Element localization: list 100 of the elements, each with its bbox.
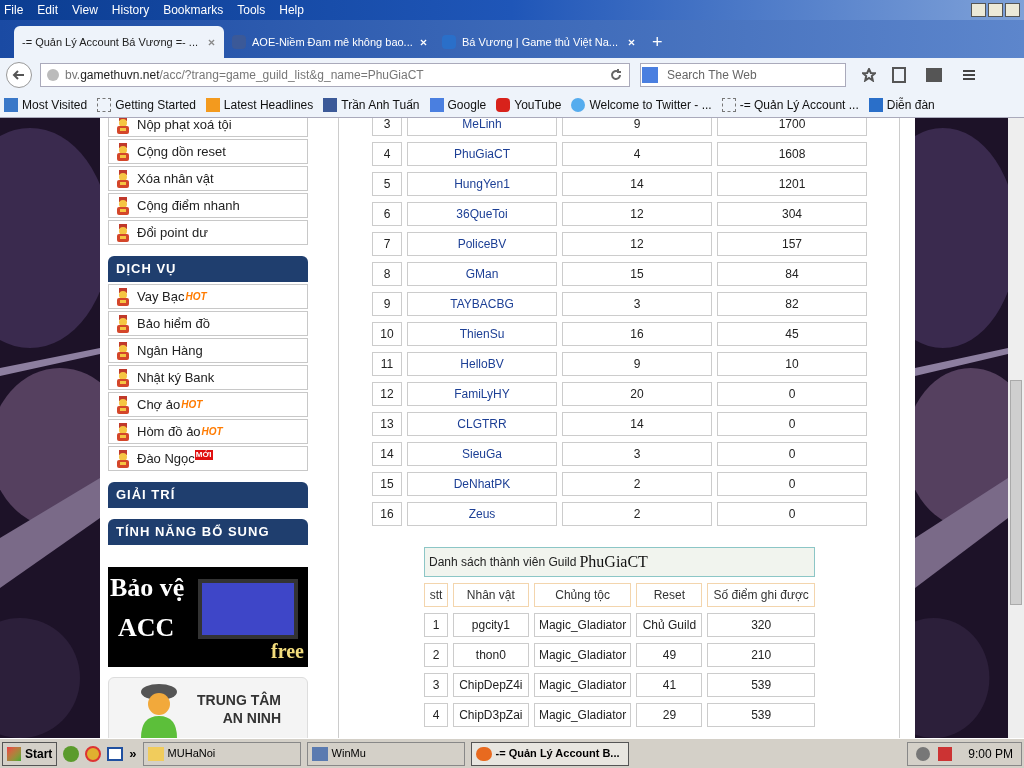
table-cell: thon0 [452, 643, 529, 667]
new-tab-button[interactable]: + [644, 26, 671, 58]
menu-item[interactable]: Help [279, 1, 304, 19]
sidebar-item[interactable]: Hòm đồ ảoHOT [108, 419, 308, 444]
table-cell: HelloBV [407, 352, 557, 376]
menu-item[interactable]: Bookmarks [163, 1, 224, 19]
table-cell: 3 [424, 673, 448, 697]
protect-account-banner[interactable]: Bảo vệ ACC free [108, 567, 308, 667]
hot-label: HOT [185, 291, 207, 302]
section-header[interactable]: GIẢI TRÍ [108, 482, 308, 508]
table-cell: 16 [562, 322, 712, 346]
table-cell: SieuGa [407, 442, 557, 466]
taskbar-item[interactable]: MUHaNoi [142, 741, 301, 766]
taskbar-item[interactable]: -= Quản Lý Account B... [470, 741, 629, 766]
table-cell: 0 [717, 472, 867, 496]
table-cell: 12 [562, 232, 712, 256]
sidebar-item[interactable]: Ngân Hàng [108, 338, 308, 363]
bookmark-item[interactable]: Trần Anh Tuấn [323, 95, 420, 114]
table-cell: DeNhatPK [407, 472, 557, 496]
table-cell: 9 [562, 118, 712, 136]
bookmark-item[interactable]: Latest Headlines [205, 95, 314, 114]
menu-icon[interactable] [962, 68, 976, 82]
table-cell: CLGTRR [407, 412, 557, 436]
sidebar-item[interactable]: Bảo hiểm đồ [108, 311, 308, 336]
sidebar-item[interactable]: Xóa nhân vật [108, 166, 308, 191]
mascot-icon [115, 169, 131, 188]
bookmark-item[interactable]: YouTube [496, 95, 562, 114]
table-cell: 14 [562, 172, 712, 196]
table-cell: MeLinh [407, 118, 557, 136]
bookmark-item[interactable]: Welcome to Twitter - ... [571, 95, 712, 114]
mascot-icon [115, 422, 131, 441]
banner-text: TRUNG TÂM [197, 691, 281, 709]
section-header[interactable]: TÍNH NĂNG BỔ SUNG [108, 519, 308, 545]
table-cell: 15 [372, 472, 402, 496]
banner-text: ACC [118, 615, 175, 641]
browser-tab[interactable]: AOE-Niềm Đam mê không bao... [224, 26, 434, 58]
sidebar-item[interactable]: Nhật ký Bank [108, 365, 308, 390]
sidebar-item[interactable]: Đổi point dư [108, 220, 308, 245]
menu-item[interactable]: Edit [37, 1, 59, 19]
sidebar-item[interactable]: Cộng dồn reset [108, 139, 308, 164]
bookmark-item[interactable]: Diễn đàn [868, 95, 935, 114]
table-cell: 12 [372, 382, 402, 406]
section-header[interactable]: DỊCH VỤ [108, 256, 308, 282]
sidebar-item[interactable]: Vay BạcHOT [108, 284, 308, 309]
mascot-icon [115, 395, 131, 414]
table-cell: 0 [717, 382, 867, 406]
bookmark-item[interactable]: Getting Started [97, 95, 196, 114]
mascot-icon [115, 449, 131, 468]
scrollbar[interactable] [1008, 118, 1024, 738]
table-cell: 2 [562, 472, 712, 496]
table-cell: 84 [717, 262, 867, 286]
mascot-icon [115, 287, 131, 306]
menu-item[interactable]: Tools [237, 1, 266, 19]
table-cell: 4 [372, 142, 402, 166]
mascot-icon [115, 142, 131, 161]
bookmark-item[interactable]: Google [429, 95, 487, 114]
clock: 9:00 PM [968, 745, 1013, 763]
table-cell: PhuGiaCT [407, 142, 557, 166]
mascot-icon [115, 118, 131, 134]
table-cell: Magic_Gladiator [533, 673, 632, 697]
table-cell: 82 [717, 292, 867, 316]
table-cell: ChipD3pZai [452, 703, 529, 727]
table-cell: 4 [424, 703, 448, 727]
new-badge: MỚI [194, 449, 213, 460]
sidebar-item[interactable]: Cộng điểm nhanh [108, 193, 308, 218]
table-cell: 9 [562, 352, 712, 376]
bookmark-item[interactable]: -= Quản Lý Account ... [721, 95, 859, 114]
start-button[interactable]: Start [2, 741, 58, 766]
table-cell: 14 [372, 442, 402, 466]
table-cell: 15 [562, 262, 712, 286]
back-arrow-icon [12, 68, 26, 82]
reload-icon[interactable] [609, 68, 623, 82]
bookmark-item[interactable]: Most Visited [4, 95, 88, 114]
table-cell: PoliceBV [407, 232, 557, 256]
overflow-button[interactable]: » [129, 743, 137, 764]
table-cell: 1201 [717, 172, 867, 196]
back-button[interactable] [6, 62, 32, 88]
menu-item[interactable]: View [72, 1, 98, 19]
table-cell: 7 [372, 232, 402, 256]
table-cell: 2 [424, 643, 448, 667]
table-cell: FamiLyHY [407, 382, 557, 406]
taskbar-item[interactable]: WinMu [306, 741, 465, 766]
sidebar-item[interactable]: Chợ ảoHOT [108, 392, 308, 417]
menu-item[interactable]: History [111, 1, 150, 19]
column-header: Chủng tộc [533, 583, 632, 607]
hot-label: HOT [201, 426, 223, 437]
search-field[interactable]: Search The Web [640, 63, 846, 87]
banner-text: free [271, 641, 304, 661]
browser-tab[interactable]: Bá Vương | Game thủ Việt Na... [434, 26, 644, 58]
table-cell: pgcity1 [452, 613, 529, 637]
security-center-banner[interactable]: TRUNG TÂM AN NINH [108, 677, 308, 738]
table-cell: 1 [424, 613, 448, 637]
mascot-icon [115, 368, 131, 387]
browser-tab[interactable]: -= Quản Lý Account Bá Vương =- ... [14, 26, 224, 58]
address-field[interactable]: bv.gamethuvn.net/acc/?trang=game_guild_list&g_name=PhuGiaCT [40, 63, 630, 87]
menu-item[interactable]: File [4, 1, 24, 19]
table-cell: 9 [372, 292, 402, 316]
table-cell: Chủ Guild [636, 613, 703, 637]
star-icon[interactable] [862, 68, 876, 82]
sidebar-item[interactable]: Nộp phạt xoá tội [108, 118, 308, 137]
